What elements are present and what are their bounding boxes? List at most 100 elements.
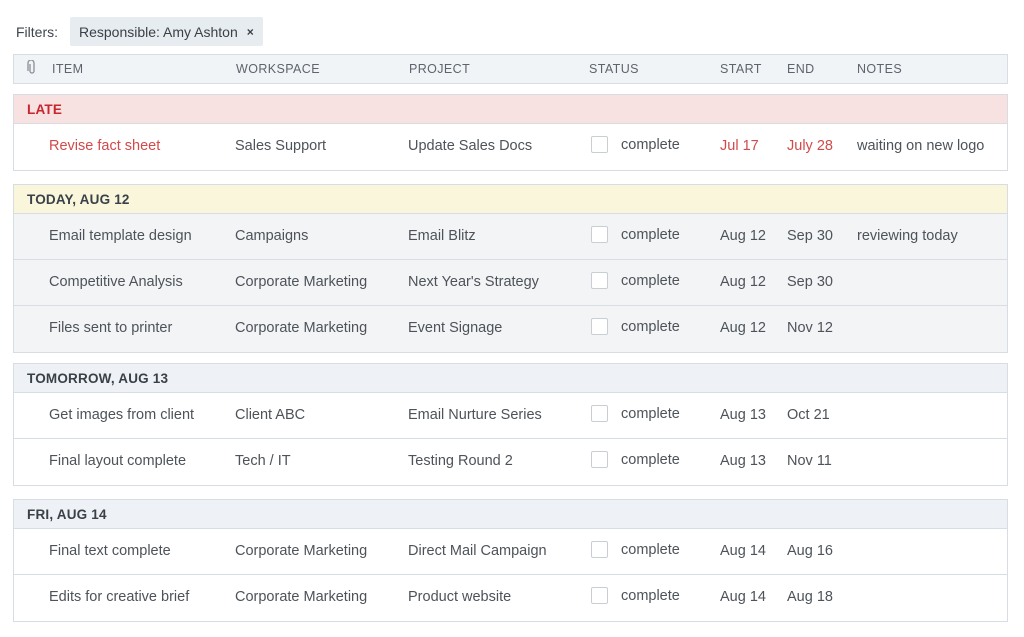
table-row[interactable]: Edits for creative brief Corporate Market…	[14, 575, 1007, 621]
table-row[interactable]: Files sent to printer Corporate Marketing…	[14, 306, 1007, 352]
workspace: Corporate Marketing	[235, 274, 368, 290]
project: Direct Mail Campaign	[408, 543, 547, 559]
column-end[interactable]: END	[787, 62, 815, 76]
group-header: LATE	[14, 95, 1007, 124]
end-date: Aug 18	[787, 589, 833, 605]
end-date: Oct 21	[787, 407, 830, 423]
status-cell: complete	[591, 226, 680, 243]
table-row[interactable]: Final layout complete Tech / IT Testing Ro…	[14, 439, 1007, 485]
filter-chip-responsible[interactable]: Responsible: Amy Ashton ×	[70, 17, 263, 46]
status-cell: complete	[591, 587, 680, 604]
item-name[interactable]: Competitive Analysis	[49, 274, 183, 290]
start-date: Aug 14	[720, 543, 766, 559]
item-name[interactable]: Email template design	[49, 228, 192, 244]
group-late: LATE Revise fact sheet Sales Support Update…	[13, 94, 1008, 171]
complete-checkbox[interactable]	[591, 405, 608, 422]
workspace: Campaigns	[235, 228, 309, 244]
column-project[interactable]: PROJECT	[409, 62, 470, 76]
item-name[interactable]: Final text complete	[49, 543, 171, 559]
status-cell: complete	[591, 136, 680, 153]
table-row[interactable]: Competitive Analysis Corporate Marketing N…	[14, 260, 1007, 306]
start-date: Aug 13	[720, 453, 766, 469]
status-label: complete	[621, 451, 680, 468]
end-date: Sep 30	[787, 228, 833, 244]
start-date: Aug 13	[720, 407, 766, 423]
project: Email Blitz	[408, 228, 476, 244]
group-today: TODAY, AUG 12 Email template design Campai…	[13, 184, 1008, 353]
group-header: FRI, AUG 14	[14, 500, 1007, 529]
end-date: Nov 11	[787, 453, 832, 469]
start-date: Jul 17	[720, 138, 759, 154]
column-item[interactable]: ITEM	[52, 62, 83, 76]
project: Product website	[408, 589, 512, 605]
complete-checkbox[interactable]	[591, 587, 608, 604]
end-date: July 28	[787, 138, 833, 154]
project: Event Signage	[408, 320, 503, 336]
project: Update Sales Docs	[408, 138, 533, 154]
complete-checkbox[interactable]	[591, 136, 608, 153]
end-date: Nov 12	[787, 320, 833, 336]
status-label: complete	[621, 541, 680, 558]
status-cell: complete	[591, 272, 680, 289]
close-icon[interactable]: ×	[247, 25, 254, 39]
complete-checkbox[interactable]	[591, 226, 608, 243]
item-name[interactable]: Edits for creative brief	[49, 589, 189, 605]
group-title: LATE	[27, 102, 63, 117]
workspace: Client ABC	[235, 407, 306, 423]
workspace: Corporate Marketing	[235, 543, 368, 559]
filters-bar: Filters: Responsible: Amy Ashton ×	[16, 17, 263, 46]
status-cell: complete	[591, 541, 680, 558]
workspace: Corporate Marketing	[235, 320, 368, 336]
filters-label: Filters:	[16, 23, 58, 40]
filter-chip-label: Responsible: Amy Ashton	[79, 23, 238, 40]
workspace: Corporate Marketing	[235, 589, 368, 605]
status-cell: complete	[591, 405, 680, 422]
status-cell: complete	[591, 318, 680, 335]
start-date: Aug 12	[720, 274, 766, 290]
status-label: complete	[621, 136, 680, 153]
column-status[interactable]: STATUS	[589, 62, 639, 76]
complete-checkbox[interactable]	[591, 272, 608, 289]
complete-checkbox[interactable]	[591, 318, 608, 335]
column-header-row: ITEM WORKSPACE PROJECT STATUS START END …	[13, 54, 1008, 84]
project: Testing Round 2	[408, 453, 513, 469]
complete-checkbox[interactable]	[591, 541, 608, 558]
project: Email Nurture Series	[408, 407, 542, 423]
notes: reviewing today	[857, 228, 958, 244]
item-name[interactable]: Files sent to printer	[49, 320, 172, 336]
column-workspace[interactable]: WORKSPACE	[236, 62, 320, 76]
group-title: FRI, AUG 14	[27, 507, 107, 522]
status-label: complete	[621, 272, 680, 289]
start-date: Aug 12	[720, 228, 766, 244]
project: Next Year's Strategy	[408, 274, 539, 290]
item-name[interactable]: Revise fact sheet	[49, 138, 160, 154]
status-label: complete	[621, 405, 680, 422]
end-date: Aug 16	[787, 543, 833, 559]
group-tomorrow: TOMORROW, AUG 13 Get images from client Cl…	[13, 363, 1008, 486]
workspace: Tech / IT	[235, 453, 291, 469]
column-notes[interactable]: NOTES	[857, 62, 902, 76]
complete-checkbox[interactable]	[591, 451, 608, 468]
status-label: complete	[621, 587, 680, 604]
table-row[interactable]: Email template design Campaigns Email Blit…	[14, 214, 1007, 260]
status-label: complete	[621, 318, 680, 335]
item-name[interactable]: Get images from client	[49, 407, 194, 423]
end-date: Sep 30	[787, 274, 833, 290]
item-name[interactable]: Final layout complete	[49, 453, 186, 469]
start-date: Aug 14	[720, 589, 766, 605]
status-label: complete	[621, 226, 680, 243]
group-fri: FRI, AUG 14 Final text complete Corporate …	[13, 499, 1008, 622]
status-cell: complete	[591, 451, 680, 468]
column-start[interactable]: START	[720, 62, 762, 76]
group-header: TODAY, AUG 12	[14, 185, 1007, 214]
notes: waiting on new logo	[857, 138, 985, 154]
group-title: TOMORROW, AUG 13	[27, 371, 169, 386]
table-row[interactable]: Get images from client Client ABC Email Nu…	[14, 393, 1007, 439]
paperclip-icon[interactable]	[27, 60, 37, 78]
table-row[interactable]: Revise fact sheet Sales Support Update Sal…	[14, 124, 1007, 170]
group-header: TOMORROW, AUG 13	[14, 364, 1007, 393]
start-date: Aug 12	[720, 320, 766, 336]
group-title: TODAY, AUG 12	[27, 192, 130, 207]
table-row[interactable]: Final text complete Corporate Marketing Di…	[14, 529, 1007, 575]
workspace: Sales Support	[235, 138, 327, 154]
